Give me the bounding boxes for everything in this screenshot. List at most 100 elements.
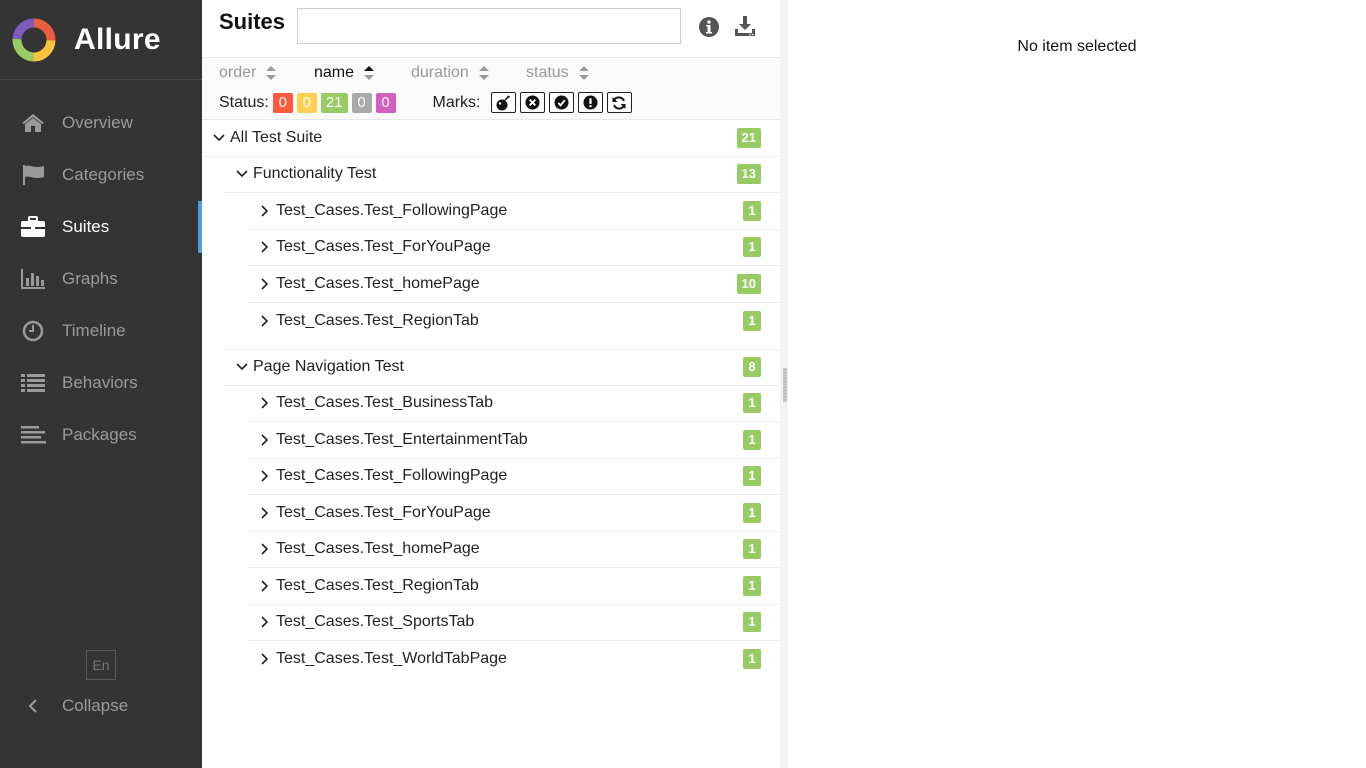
detail-pane: No item selected <box>788 0 1366 768</box>
sidebar-item-label: Graphs <box>62 269 118 288</box>
refresh-icon <box>612 95 626 110</box>
status-failed-toggle[interactable]: 0 <box>272 92 293 113</box>
tree-item[interactable]: Test_Cases.Test_ForYouPage 1 <box>247 495 780 532</box>
tree-item[interactable]: Test_Cases.Test_EntertainmentTab 1 <box>247 422 780 459</box>
download-icon[interactable] <box>733 14 757 38</box>
sort-label: status <box>526 64 569 81</box>
briefcase-icon <box>20 216 46 238</box>
app-name: Allure <box>74 22 161 56</box>
sort-icon <box>578 66 589 80</box>
sidebar-item-label: Suites <box>62 217 110 236</box>
sort-duration[interactable]: duration <box>411 64 489 82</box>
status-badge: 13 <box>736 164 761 185</box>
tree-label: Test_Cases.Test_homePage <box>276 540 480 558</box>
status-badge: 1 <box>743 237 761 258</box>
status-badge: 8 <box>743 357 761 378</box>
sidebar-item-label: Behaviors <box>62 373 138 392</box>
collapse-button[interactable]: Collapse <box>20 690 128 722</box>
tree-label: Test_Cases.Test_RegionTab <box>276 311 479 329</box>
suites-header: Suites <box>202 0 780 58</box>
sidebar-item-overview[interactable]: Overview <box>0 97 202 149</box>
status-badge: 1 <box>743 649 761 670</box>
tree-item[interactable]: Test_Cases.Test_FollowingPage 1 <box>247 193 780 230</box>
tree-item[interactable]: Test_Cases.Test_WorldTabPage 1 <box>247 641 780 678</box>
tree-item[interactable]: Test_Cases.Test_BusinessTab 1 <box>247 386 780 422</box>
sort-status[interactable]: status <box>526 64 589 82</box>
tree-item[interactable]: Test_Cases.Test_homePage 10 <box>247 266 780 303</box>
times-circle-icon <box>524 95 540 110</box>
sidebar-item-categories[interactable]: Categories <box>0 149 202 201</box>
suites-tree: All Test Suite 21 Functionality Test 13 … <box>202 120 780 678</box>
chevron-right-icon <box>258 396 272 410</box>
chevron-right-icon <box>258 469 272 483</box>
sidebar-item-timeline[interactable]: Timeline <box>0 305 202 357</box>
tree-label: Test_Cases.Test_EntertainmentTab <box>276 430 528 448</box>
suites-toolbar: order name duration status Status: 0 0 2… <box>202 58 780 120</box>
tree-label: Functionality Test <box>253 165 377 183</box>
collapse-label: Collapse <box>62 696 129 715</box>
status-passed-toggle[interactable]: 21 <box>320 92 348 113</box>
sidebar-item-label: Categories <box>62 165 145 184</box>
mark-new-broken-toggle[interactable] <box>577 92 603 113</box>
tree-group-functionality-test[interactable]: Functionality Test 13 <box>224 157 780 193</box>
language-switch[interactable]: En <box>86 650 116 680</box>
sidebar-item-suites[interactable]: Suites <box>0 201 202 253</box>
tree-label: Test_Cases.Test_FollowingPage <box>276 467 508 485</box>
sort-label: name <box>314 64 355 81</box>
tree-item[interactable]: Test_Cases.Test_SportsTab 1 <box>247 605 780 641</box>
sort-icon <box>266 66 277 80</box>
status-unknown-toggle[interactable]: 0 <box>375 92 396 113</box>
sort-label: order <box>219 64 257 81</box>
splitter-grip-icon[interactable] <box>783 368 787 402</box>
tree-label: Test_Cases.Test_RegionTab <box>276 576 479 594</box>
sidebar-item-graphs[interactable]: Graphs <box>0 253 202 305</box>
sort-order[interactable]: order <box>219 64 277 82</box>
tree-label: All Test Suite <box>230 128 323 146</box>
empty-state-text: No item selected <box>1017 38 1137 55</box>
tree-group-page-navigation-test[interactable]: Page Navigation Test 8 <box>224 349 780 386</box>
status-badge: 1 <box>743 393 761 414</box>
tree-item[interactable]: Test_Cases.Test_FollowingPage 1 <box>247 459 780 495</box>
sidebar-item-packages[interactable]: Packages <box>0 409 202 461</box>
status-badge: 1 <box>743 612 761 633</box>
status-broken-toggle[interactable]: 0 <box>296 92 317 113</box>
tree-group-all-test-suite[interactable]: All Test Suite 21 <box>202 120 780 157</box>
mark-retries-toggle[interactable] <box>606 92 632 113</box>
status-badge: 21 <box>736 127 761 148</box>
tree-item[interactable]: Test_Cases.Test_homePage 1 <box>247 532 780 568</box>
bomb-icon <box>496 95 510 110</box>
tree-label: Test_Cases.Test_ForYouPage <box>276 238 491 256</box>
chevron-left-icon <box>20 695 46 717</box>
status-filter: Status: 0 0 21 0 0 Marks: <box>219 92 632 113</box>
status-badge: 10 <box>736 273 761 294</box>
info-icon[interactable] <box>698 16 720 38</box>
sort-name[interactable]: name <box>314 64 375 82</box>
chevron-right-icon <box>258 314 272 328</box>
sort-label: duration <box>411 64 469 81</box>
tree-label: Test_Cases.Test_BusinessTab <box>276 394 493 412</box>
tree-item[interactable]: Test_Cases.Test_ForYouPage 1 <box>247 230 780 266</box>
chevron-right-icon <box>258 506 272 520</box>
tree-label: Page Navigation Test <box>253 358 404 376</box>
chevron-right-icon <box>258 652 272 666</box>
mark-flaky-toggle[interactable] <box>490 92 516 113</box>
sidebar-item-label: Timeline <box>62 321 126 340</box>
sidebar-item-label: Packages <box>62 425 137 444</box>
chevron-right-icon <box>258 615 272 629</box>
tree-item[interactable]: Test_Cases.Test_RegionTab 1 <box>247 568 780 605</box>
mark-new-passed-toggle[interactable] <box>548 92 574 113</box>
sidebar: Allure Overview Categories Suites Graphs <box>0 0 202 768</box>
tree-item[interactable]: Test_Cases.Test_RegionTab 1 <box>247 303 780 340</box>
sidebar-nav: Overview Categories Suites Graphs Timeli… <box>0 97 202 461</box>
search-input[interactable] <box>297 8 681 44</box>
status-skipped-toggle[interactable]: 0 <box>351 92 372 113</box>
page-title: Suites <box>219 9 286 34</box>
flag-icon <box>20 164 46 186</box>
chevron-right-icon <box>258 240 272 254</box>
chevron-down-icon <box>235 167 249 181</box>
brand[interactable]: Allure <box>0 0 202 80</box>
mark-new-failed-toggle[interactable] <box>519 92 545 113</box>
sort-asc-icon <box>364 66 375 80</box>
sidebar-item-behaviors[interactable]: Behaviors <box>0 357 202 409</box>
chevron-down-icon <box>212 131 226 145</box>
